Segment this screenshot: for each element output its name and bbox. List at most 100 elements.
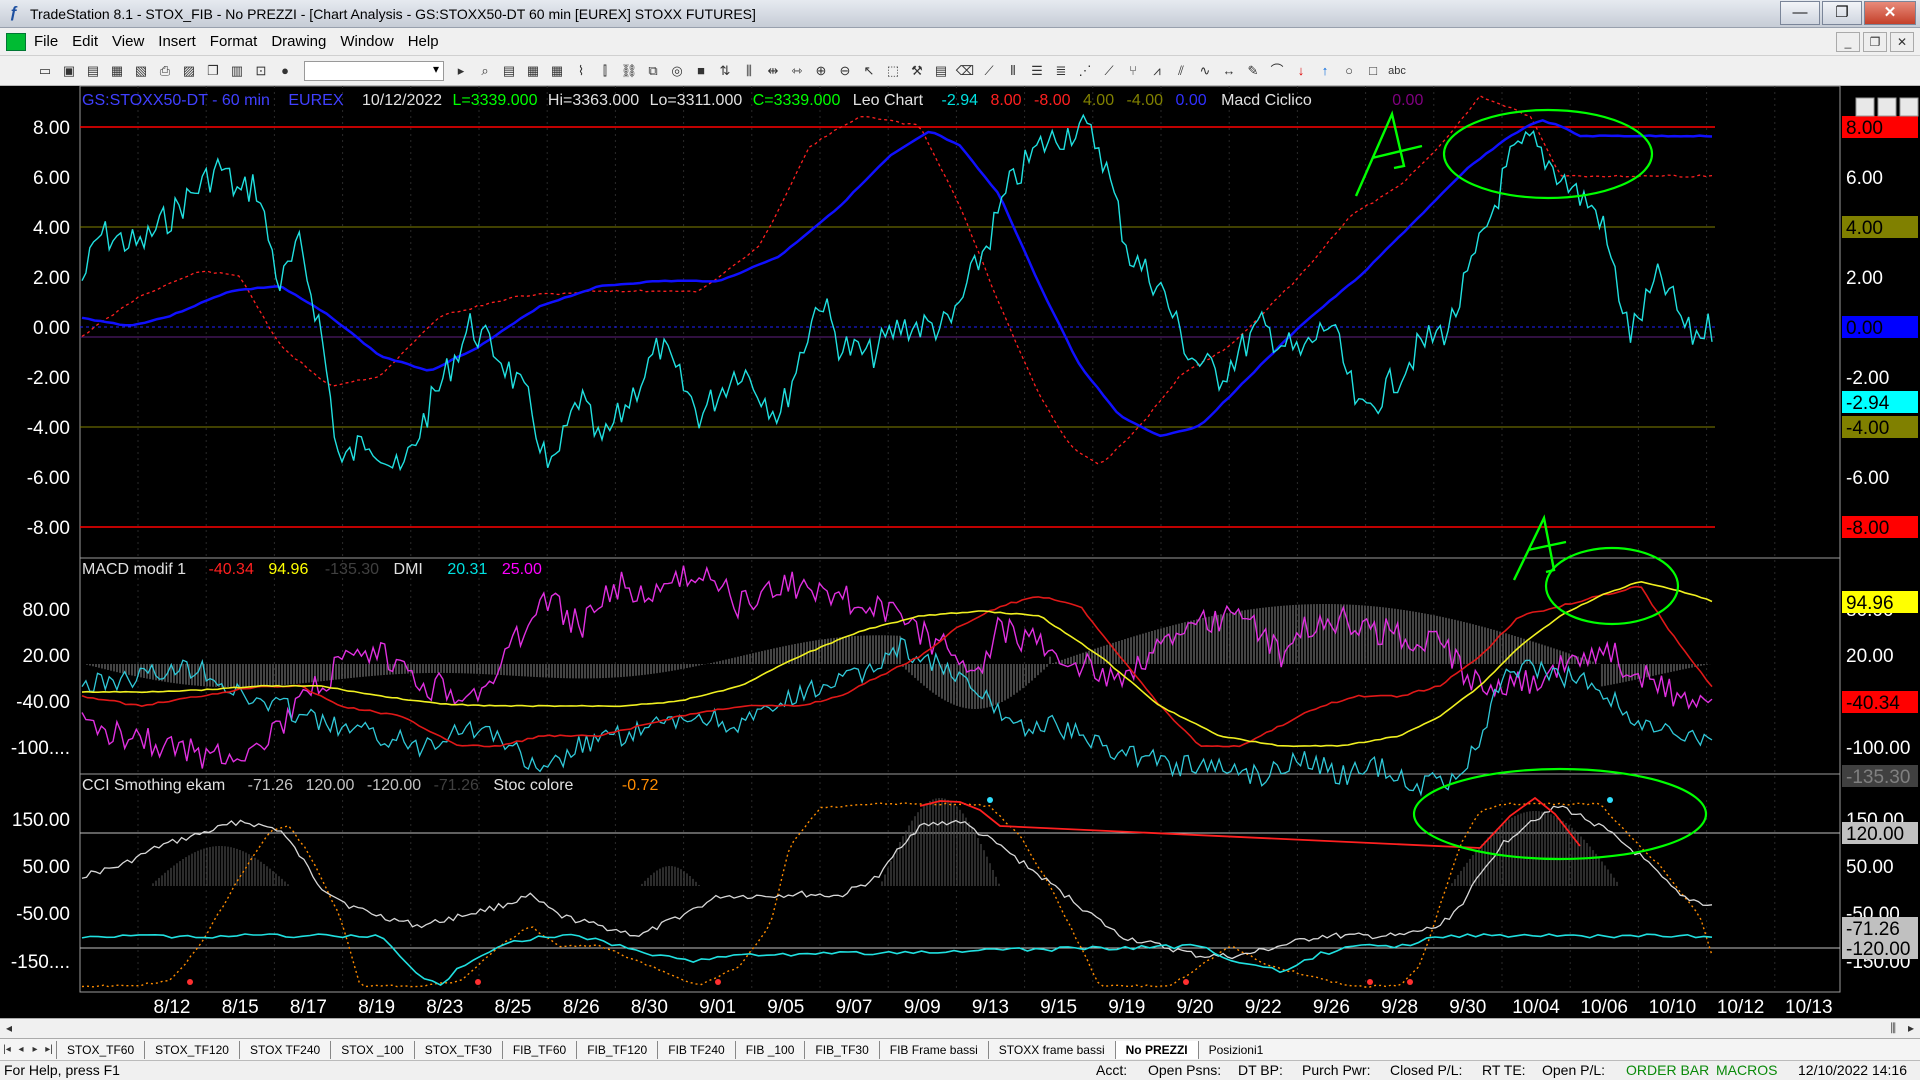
order-bar-button[interactable]: ORDER BAR [1626, 1062, 1709, 1078]
zoom-out-icon[interactable]: ⊖ [834, 61, 856, 81]
tab-stox-tf60[interactable]: STOX_TF60 [56, 1040, 144, 1059]
tab-no-prezzi[interactable]: No PREZZI [1114, 1040, 1198, 1059]
axis-label: 2.00 [1846, 268, 1883, 289]
fan-icon[interactable]: ⋰ [1074, 61, 1096, 81]
tab-fib-tf120[interactable]: FIB_TF120 [576, 1040, 657, 1059]
tab-stoxx-frame-bassi[interactable]: STOXX frame bassi [987, 1040, 1115, 1059]
tab-fib-frame-bassi[interactable]: FIB Frame bassi [878, 1040, 988, 1059]
pointer-icon[interactable]: ↖ [858, 61, 880, 81]
gann-icon[interactable]: ∿ [1194, 61, 1216, 81]
tab-stox-100[interactable]: STOX _100 [330, 1040, 413, 1059]
channel-icon[interactable]: ⫽ [1170, 61, 1192, 81]
text-icon[interactable]: abc [1386, 61, 1408, 81]
tab-fib-tf30[interactable]: FIB_TF30 [804, 1040, 878, 1059]
menu-format[interactable]: Format [210, 33, 258, 50]
tab-first-icon[interactable]: |◂ [0, 1044, 14, 1055]
horizontal-expand-icon[interactable]: ⇿ [786, 61, 808, 81]
macros-button[interactable]: MACROS [1716, 1062, 1777, 1078]
lock-icon[interactable]: ⊡ [250, 61, 272, 81]
rectangle-icon[interactable]: □ [1362, 61, 1384, 81]
pencil-icon[interactable]: ✎ [1242, 61, 1264, 81]
horizontal-compress-icon[interactable]: ⇹ [762, 61, 784, 81]
save-all-icon[interactable]: ▧ [130, 61, 152, 81]
ellipse-icon[interactable]: ○ [1338, 61, 1360, 81]
andrews-icon[interactable]: ⑂ [1122, 61, 1144, 81]
new-icon[interactable]: ▭ [34, 61, 56, 81]
cci-marker-dot [1607, 797, 1613, 803]
menu-drawing[interactable]: Drawing [271, 33, 326, 50]
radar-icon[interactable]: ◎ [666, 61, 688, 81]
curve-icon[interactable]: ⌒ [1266, 61, 1288, 81]
menu-edit[interactable]: Edit [72, 33, 98, 50]
tab-stox-tf240[interactable]: STOX TF240 [238, 1040, 330, 1059]
trendline-icon[interactable]: ⟋ [978, 61, 1000, 81]
select-icon[interactable]: ⬚ [882, 61, 904, 81]
arrow-up-icon[interactable]: ↑ [1314, 61, 1336, 81]
print-preview-icon[interactable]: ▨ [178, 61, 200, 81]
maximize-button[interactable]: ❐ [1822, 1, 1862, 25]
tile-icon[interactable]: ▥ [226, 61, 248, 81]
chart-canvas[interactable]: GS:STOXX50-DT - 60 min EUREX 10/12/2022 … [0, 86, 1920, 1018]
save-icon[interactable]: ▦ [106, 61, 128, 81]
tab-fib-tf240[interactable]: FIB TF240 [657, 1040, 734, 1059]
mdi-minimize-button[interactable]: _ [1836, 32, 1860, 52]
open-icon[interactable]: ▣ [58, 61, 80, 81]
tab-posizioni1[interactable]: Posizioni1 [1197, 1040, 1274, 1059]
horizontal-lines-icon[interactable]: ☰ [1026, 61, 1048, 81]
mdi-close-button[interactable]: ✕ [1890, 32, 1914, 52]
menu-insert[interactable]: Insert [158, 33, 196, 50]
fib-icon[interactable]: ≣ [1050, 61, 1072, 81]
tools-icon[interactable]: ⚒ [906, 61, 928, 81]
erase-icon[interactable]: ⌫ [954, 61, 976, 81]
find-icon[interactable]: ⌕ [474, 61, 496, 81]
arrow-double-icon[interactable]: ↔ [1218, 61, 1240, 81]
trade-icon[interactable]: ■ [690, 61, 712, 81]
tab-prev-icon[interactable]: ◂ [14, 1044, 28, 1055]
table-icon[interactable]: ▤ [930, 61, 952, 81]
tab-next-icon[interactable]: ▸ [28, 1044, 42, 1055]
tab-last-icon[interactable]: ▸| [42, 1044, 56, 1055]
scale-icon[interactable]: ⇅ [714, 61, 736, 81]
minimize-button[interactable]: — [1780, 1, 1820, 25]
regression-icon[interactable]: ⩘ [1146, 61, 1168, 81]
chart-minimize-button[interactable] [1855, 97, 1875, 117]
chart-close-button[interactable] [1899, 97, 1919, 117]
scroll-right-icon[interactable]: ▸ [1908, 1021, 1914, 1035]
tab-fib-tf60[interactable]: FIB_TF60 [501, 1040, 576, 1059]
symbol-dropdown[interactable]: ▾ [304, 60, 444, 81]
tab-stox-tf120[interactable]: STOX_TF120 [144, 1040, 239, 1059]
zoom-in-icon[interactable]: ⊕ [810, 61, 832, 81]
chart-restore-button[interactable] [1877, 97, 1897, 117]
scroll-thumb-icon[interactable]: ⫼ [1890, 1021, 1896, 1036]
color-icon[interactable]: ● [274, 61, 296, 81]
horizontal-scrollbar[interactable]: ◂ ⫼ ▸ [0, 1018, 1920, 1038]
grid-icon[interactable]: ▦ [546, 61, 568, 81]
format-icon[interactable]: ▤ [498, 61, 520, 81]
print-icon[interactable]: ⎙ [154, 61, 176, 81]
speed-lines-icon[interactable]: ⟋ [1098, 61, 1120, 81]
workspace-icon[interactable]: ▤ [82, 61, 104, 81]
link-icon[interactable]: ⛓ [618, 61, 640, 81]
tab-fib-100[interactable]: FIB _100 [734, 1040, 805, 1059]
chart-window-icon[interactable] [6, 32, 26, 51]
close-button[interactable]: ✕ [1864, 1, 1916, 25]
window-link-icon[interactable]: ⧉ [642, 61, 664, 81]
chart-analysis-window[interactable]: GS:STOXX50-DT - 60 min EUREX 10/12/2022 … [0, 86, 1920, 1018]
indicator-icon[interactable]: ▦ [522, 61, 544, 81]
vertical-lines-icon[interactable]: ⦀ [1002, 61, 1024, 81]
title-bar: ƒ TradeStation 8.1 - STOX_FIB - No PREZZ… [0, 0, 1920, 28]
scroll-left-icon[interactable]: ◂ [6, 1021, 12, 1035]
menu-view[interactable]: View [112, 33, 144, 50]
mdi-restore-button[interactable]: ❐ [1863, 32, 1887, 52]
arrow-down-icon[interactable]: ↓ [1290, 61, 1312, 81]
menu-window[interactable]: Window [340, 33, 393, 50]
play-icon[interactable]: ▸ [450, 61, 472, 81]
bar-icon[interactable]: ⫿ [594, 61, 616, 81]
cascade-icon[interactable]: ❐ [202, 61, 224, 81]
chart-type-icon[interactable]: ⌇ [570, 61, 592, 81]
menu-help[interactable]: Help [408, 33, 439, 50]
tab-stox-tf30[interactable]: STOX_TF30 [413, 1040, 502, 1059]
right-value-badges: 8.00 4.00 0.00 -2.94 -4.00 -8.00 94.96 -40.34 -1… [1842, 116, 1918, 960]
data-icon[interactable]: ⫼ [738, 61, 760, 81]
menu-file[interactable]: File [34, 33, 58, 50]
